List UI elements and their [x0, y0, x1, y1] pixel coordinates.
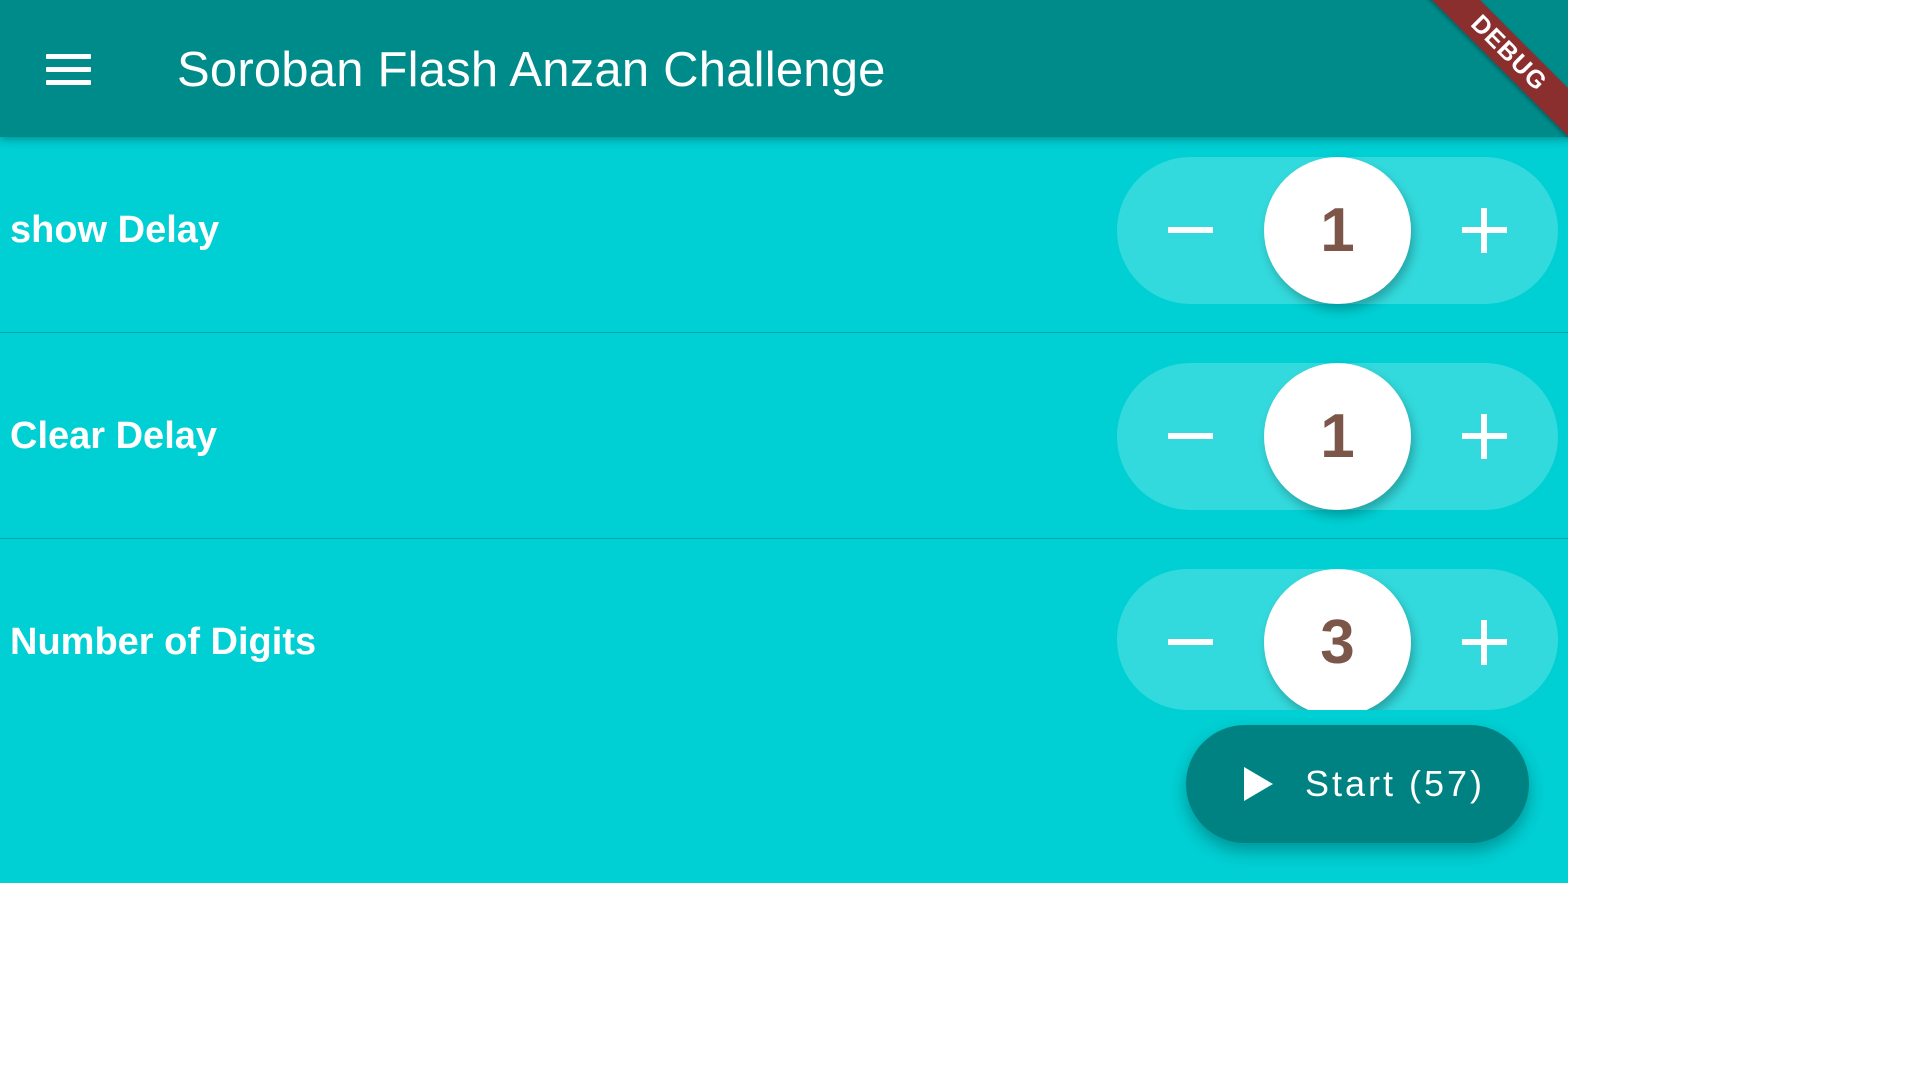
show-delay-stepper: 1 [1117, 157, 1558, 304]
minus-icon [1168, 639, 1213, 645]
minus-icon [1168, 227, 1213, 233]
decrement-button[interactable] [1117, 157, 1264, 304]
increment-button[interactable] [1411, 157, 1558, 304]
plus-icon-vertical [1481, 414, 1487, 459]
clear-delay-stepper: 1 [1117, 363, 1558, 510]
menu-line [46, 54, 91, 59]
setting-row-number-of-digits: Number of Digits 3 [0, 539, 1568, 745]
stepper-value: 1 [1264, 157, 1411, 304]
setting-label: Number of Digits [10, 621, 317, 663]
start-button[interactable]: Start (57) [1186, 725, 1529, 843]
setting-label: Clear Delay [10, 415, 218, 457]
increment-button[interactable] [1411, 569, 1558, 710]
play-icon [1244, 767, 1273, 801]
minus-icon [1168, 433, 1213, 439]
hamburger-menu-icon[interactable] [30, 34, 106, 104]
setting-row-clear-delay: Clear Delay 1 [0, 333, 1568, 539]
stepper-value: 1 [1264, 363, 1411, 510]
stepper-value: 3 [1264, 569, 1411, 710]
number-of-digits-stepper: 3 [1117, 569, 1558, 710]
decrement-button[interactable] [1117, 569, 1264, 710]
setting-row-show-delay: show Delay 1 [0, 127, 1568, 333]
increment-button[interactable] [1411, 363, 1558, 510]
app-title: Soroban Flash Anzan Challenge [177, 43, 886, 97]
menu-line [46, 80, 91, 85]
decrement-button[interactable] [1117, 363, 1264, 510]
start-button-label: Start (57) [1305, 763, 1486, 804]
menu-line [46, 67, 91, 72]
plus-icon-vertical [1481, 620, 1487, 665]
app-screen: Soroban Flash Anzan Challenge DEBUG show… [0, 0, 1568, 883]
setting-label: show Delay [10, 209, 220, 251]
app-bar: Soroban Flash Anzan Challenge [0, 0, 1568, 137]
plus-icon-vertical [1481, 208, 1487, 253]
